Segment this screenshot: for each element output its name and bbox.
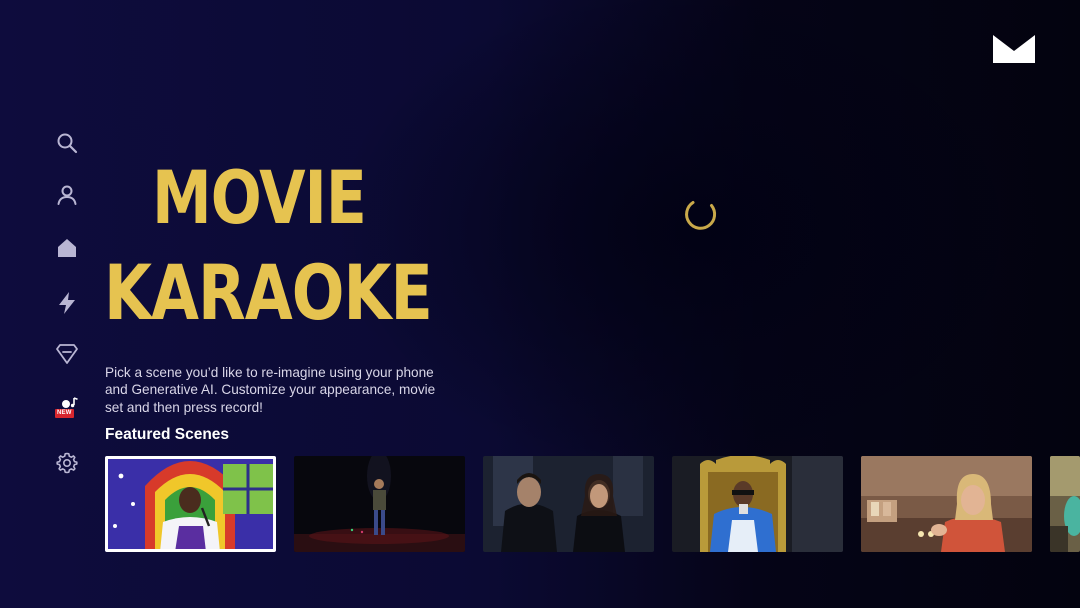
title-line-2: KARAOKE [104,248,433,338]
scene-thumbnail[interactable] [672,456,843,552]
sidebar-item-profile[interactable] [52,180,82,210]
envelope-logo-icon [993,35,1035,63]
scene-thumbnail[interactable] [483,456,654,552]
movie-karaoke-title: MOVIE KARAOKE [100,156,433,337]
user-icon [57,185,77,205]
gear-icon [56,452,78,474]
scene-thumbnail[interactable] [861,456,1032,552]
sidebar-item-settings[interactable] [52,448,82,478]
title-line-1: MOVIE [152,156,367,242]
sidebar-item-lightning[interactable] [52,288,82,318]
scene-thumbnail[interactable] [105,456,276,552]
loading-spinner-icon [685,201,717,230]
scene-thumbnail[interactable] [1050,456,1080,552]
home-icon [58,239,76,257]
sidebar-item-search[interactable] [52,128,82,158]
sidebar-item-gem[interactable] [52,339,82,369]
sidebar-item-home[interactable] [52,233,82,263]
featured-scenes-carousel [105,456,1080,552]
lightning-icon [59,292,75,314]
sidebar-item-movie-karaoke[interactable]: NEW [52,393,82,423]
new-badge: NEW [55,409,74,418]
featured-scenes-heading: Featured Scenes [105,426,230,443]
search-icon [57,133,78,154]
gem-icon [56,344,78,364]
hero-description: Pick a scene you’d like to re-imagine us… [105,364,436,415]
movie-karaoke-screen: NEW MOVIE KARAOKE Pick a scene you’d lik… [0,0,1080,608]
scene-thumbnail[interactable] [294,456,465,552]
